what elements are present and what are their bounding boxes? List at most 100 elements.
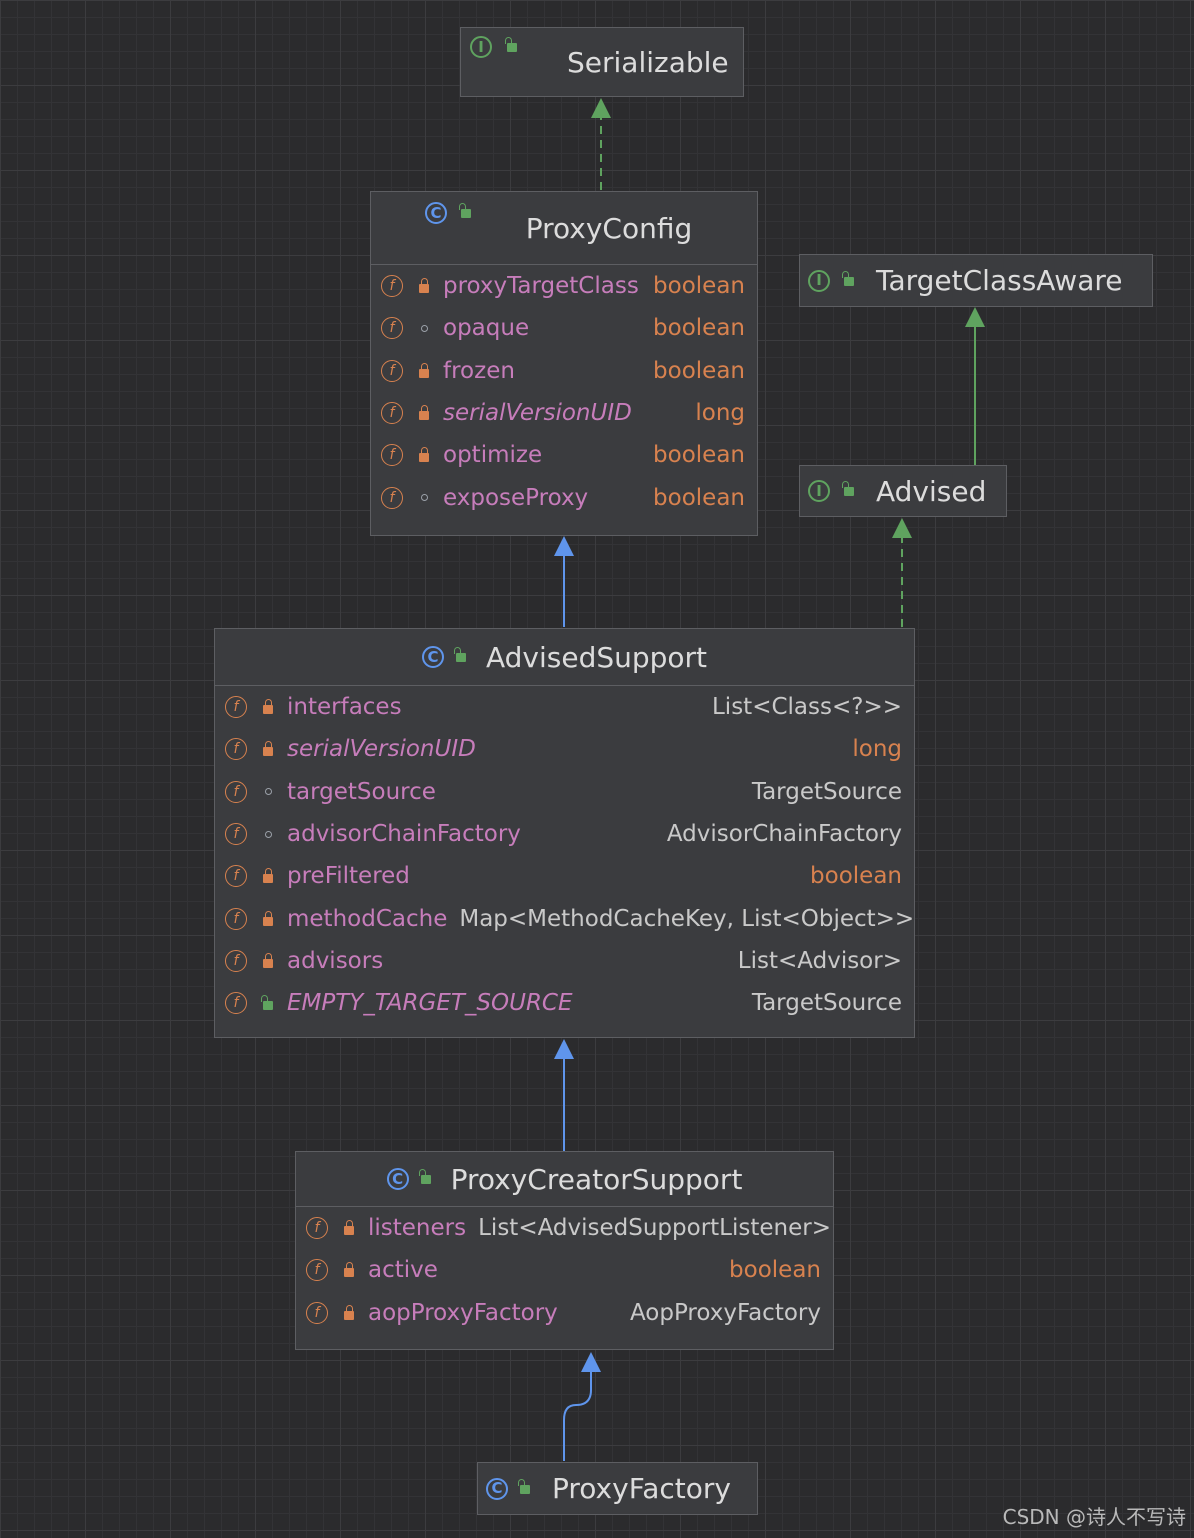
field-icon: f xyxy=(381,486,403,509)
field-row[interactable]: f EMPTY_TARGET_SOURCE TargetSource xyxy=(215,982,914,1024)
field-icon: f xyxy=(225,992,247,1015)
private-lock-icon xyxy=(413,405,435,421)
field-icon: f xyxy=(381,402,403,425)
field-row[interactable]: f exposeProxy boolean xyxy=(371,476,757,518)
node-advised[interactable]: I Advised xyxy=(799,465,1007,517)
field-name: opaque xyxy=(443,315,530,342)
field-name: exposeProxy xyxy=(443,484,589,511)
private-lock-icon xyxy=(413,447,435,463)
arrowhead-proxycreatorsupport xyxy=(581,1352,601,1372)
field-icon: f xyxy=(225,696,247,719)
field-name: optimize xyxy=(443,442,543,469)
field-icon: f xyxy=(225,738,247,761)
field-icon: f xyxy=(225,780,247,803)
node-proxy-factory[interactable]: C ProxyFactory xyxy=(477,1462,758,1515)
field-name: frozen xyxy=(443,357,515,384)
arrowhead-targetclassaware xyxy=(965,307,985,327)
field-type: boolean xyxy=(729,1257,821,1284)
field-icon: f xyxy=(381,275,403,298)
field-list: f interfaces List<Class<?>> f serialVersionU… xyxy=(215,686,914,1024)
field-row[interactable]: f opaque boolean xyxy=(371,307,757,349)
field-icon: f xyxy=(225,865,247,888)
node-serializable[interactable]: I Serializable xyxy=(460,27,744,97)
field-row[interactable]: f optimize boolean xyxy=(371,434,757,476)
private-lock-icon xyxy=(257,868,279,884)
field-icon: f xyxy=(381,317,403,340)
field-row[interactable]: f aopProxyFactory AopProxyFactory xyxy=(296,1292,833,1334)
field-name: targetSource xyxy=(287,778,436,805)
field-icon: f xyxy=(225,949,247,972)
field-icon: f xyxy=(306,1301,328,1324)
field-name: preFiltered xyxy=(287,863,410,890)
field-type: AdvisorChainFactory xyxy=(666,821,902,848)
field-row[interactable]: f active boolean xyxy=(296,1249,833,1291)
field-name: interfaces xyxy=(287,694,402,721)
class-icon: C xyxy=(425,202,447,224)
package-private-icon xyxy=(257,830,279,838)
field-icon: f xyxy=(381,444,403,467)
field-row[interactable]: f advisorChainFactory AdvisorChainFactory xyxy=(215,813,914,855)
field-name: advisorChainFactory xyxy=(287,821,521,848)
arrowhead-proxyconfig xyxy=(554,536,574,556)
field-type: boolean xyxy=(653,273,745,300)
field-name: proxyTargetClass xyxy=(443,273,639,300)
arrowhead-advisedsupport xyxy=(554,1039,574,1059)
class-icon: C xyxy=(386,1168,409,1190)
node-title: AdvisedSupport xyxy=(485,640,708,674)
node-proxy-creator-support[interactable]: C ProxyCreatorSupport f listeners List<Adv… xyxy=(295,1151,834,1350)
field-type: long xyxy=(695,400,745,427)
node-title: Serializable xyxy=(567,45,729,79)
private-lock-icon xyxy=(257,699,279,715)
interface-icon: I xyxy=(808,269,830,292)
field-row[interactable]: f proxyTargetClass boolean xyxy=(371,265,757,307)
public-unlock-icon xyxy=(257,995,279,1011)
field-type: boolean xyxy=(810,863,902,890)
interface-icon: I xyxy=(808,480,830,502)
field-row[interactable]: f interfaces List<Class<?>> xyxy=(215,686,914,728)
private-lock-icon xyxy=(413,278,435,294)
field-row[interactable]: f listeners List<AdvisedSupportListener> xyxy=(296,1207,833,1249)
class-icon: C xyxy=(486,1477,508,1500)
field-row[interactable]: f targetSource TargetSource xyxy=(215,771,914,813)
public-visibility-icon xyxy=(503,37,521,56)
field-type: boolean xyxy=(653,484,745,511)
class-icon: C xyxy=(421,646,444,668)
field-name: listeners xyxy=(368,1215,467,1242)
field-icon: f xyxy=(306,1259,328,1282)
private-lock-icon xyxy=(338,1304,360,1320)
package-private-icon xyxy=(413,494,435,502)
public-visibility-icon xyxy=(452,647,470,666)
field-row[interactable]: f preFiltered boolean xyxy=(215,855,914,897)
field-type: TargetSource xyxy=(751,778,902,805)
public-visibility-icon xyxy=(840,270,858,290)
public-visibility-icon xyxy=(840,481,858,500)
private-lock-icon xyxy=(338,1262,360,1278)
node-title: Advised xyxy=(876,474,987,508)
field-type: boolean xyxy=(653,442,745,469)
node-title: ProxyConfig xyxy=(525,211,693,245)
field-row[interactable]: f frozen boolean xyxy=(371,350,757,392)
field-row[interactable]: f advisors List<Advisor> xyxy=(215,940,914,982)
arrowhead-advised xyxy=(892,518,912,538)
field-icon: f xyxy=(225,823,247,846)
private-lock-icon xyxy=(257,741,279,757)
field-row[interactable]: f serialVersionUID long xyxy=(215,728,914,770)
field-name: aopProxyFactory xyxy=(368,1299,558,1326)
arrowhead-serializable xyxy=(591,98,611,118)
node-proxy-config[interactable]: C ProxyConfig f proxyTargetClass boolean f o… xyxy=(370,191,758,536)
field-type: long xyxy=(852,736,902,763)
public-visibility-icon xyxy=(516,1478,534,1498)
field-row[interactable]: f serialVersionUID long xyxy=(371,392,757,434)
node-target-class-aware[interactable]: I TargetClassAware xyxy=(799,254,1153,307)
field-name: methodCache xyxy=(287,905,448,932)
field-type: boolean xyxy=(653,315,745,342)
package-private-icon xyxy=(257,788,279,796)
field-name: active xyxy=(368,1257,438,1284)
field-row[interactable]: f methodCache Map<MethodCacheKey, List<Obj… xyxy=(215,897,914,939)
node-title: TargetClassAware xyxy=(876,264,1123,297)
field-icon: f xyxy=(381,359,403,382)
node-advised-support[interactable]: C AdvisedSupport f interfaces List<Class<?… xyxy=(214,628,915,1038)
public-visibility-icon xyxy=(457,203,475,222)
field-type: List<Advisor> xyxy=(737,947,902,974)
edge-proxyfactory-proxycreatorsupport xyxy=(563,1370,592,1461)
